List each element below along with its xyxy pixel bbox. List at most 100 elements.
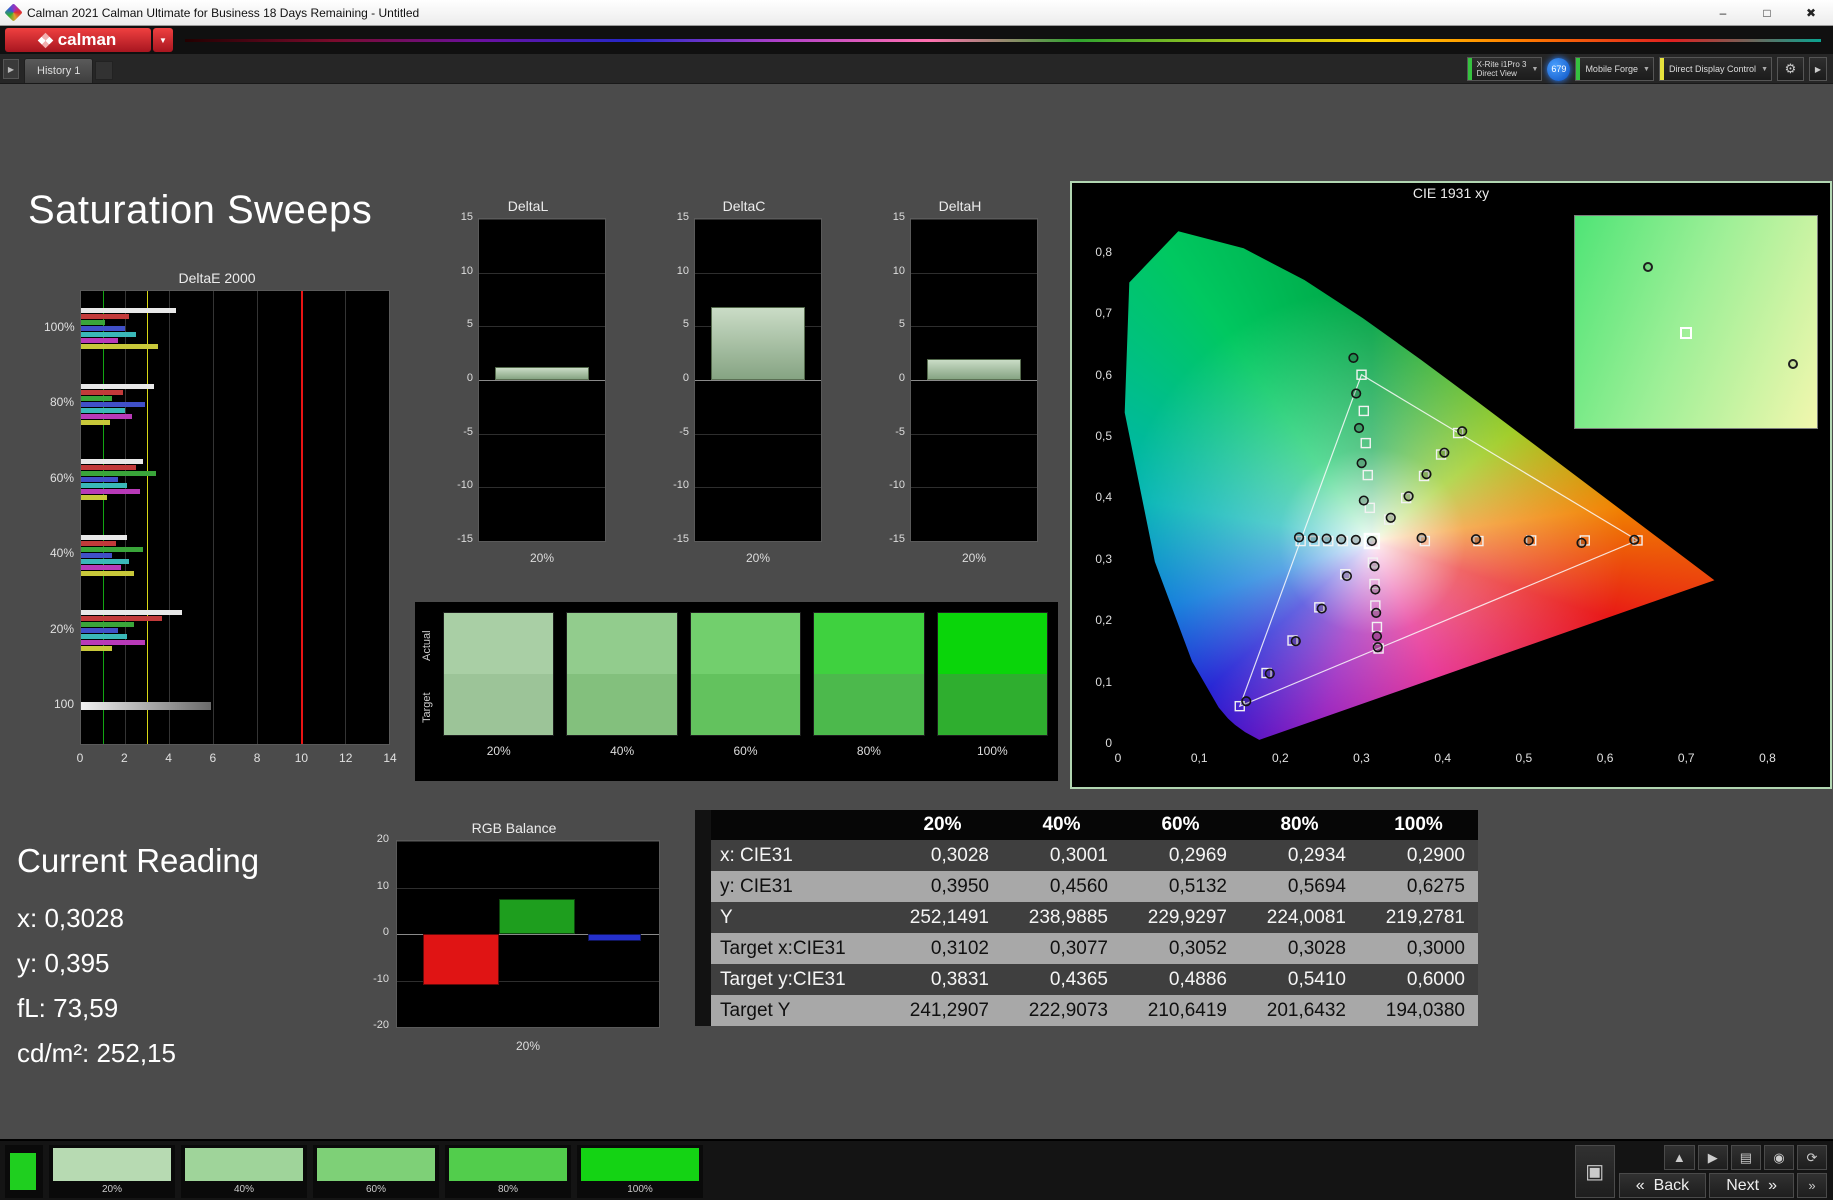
maximize-button[interactable]: □ bbox=[1745, 0, 1789, 25]
saturation-patch-column: 20% bbox=[443, 612, 555, 777]
deltaC-y-tick-label: -5 bbox=[679, 425, 689, 438]
next-button[interactable]: Next » bbox=[1709, 1173, 1794, 1198]
exposure-badge[interactable]: 679 bbox=[1547, 57, 1571, 81]
tab-history-1[interactable]: History 1 bbox=[24, 58, 94, 83]
scroll-up-button[interactable]: ▲ bbox=[1663, 1145, 1695, 1170]
cie-measured-point bbox=[1353, 422, 1365, 434]
history-expander-button[interactable]: ▶ bbox=[3, 59, 19, 79]
patch-actual-swatch bbox=[444, 613, 554, 674]
results-table-cell: 0,4365 bbox=[1049, 968, 1108, 990]
deltae-bar bbox=[81, 471, 156, 477]
minimize-button[interactable]: – bbox=[1701, 0, 1745, 25]
display-control-button[interactable]: Direct Display Control ▼ bbox=[1658, 57, 1772, 81]
results-table-cell: 0,3102 bbox=[930, 937, 989, 959]
save-button[interactable]: ▤ bbox=[1730, 1145, 1761, 1170]
results-table-row: Target x:CIE31 0,3102 0,3077 0,3052 0,3028 0,… bbox=[695, 933, 1478, 964]
rgb-y-tick-label: -10 bbox=[373, 972, 389, 985]
deltaL-gridline bbox=[479, 433, 605, 435]
back-arrow-icon: « bbox=[1635, 1176, 1645, 1194]
deltae-y-group-label: 100 bbox=[53, 697, 74, 712]
results-table-column-header: 100% bbox=[1394, 814, 1443, 835]
cie-measured-point bbox=[1369, 561, 1380, 572]
calman-logo[interactable]: calman bbox=[5, 28, 151, 52]
cie-y-tick-label: 0 bbox=[1105, 736, 1112, 750]
results-table-row-label: y: CIE31 bbox=[720, 875, 793, 897]
pattern-preview-tile[interactable] bbox=[5, 1145, 43, 1198]
cie-measured-point bbox=[1348, 352, 1359, 363]
source-select-button[interactable]: Mobile Forge ▼ bbox=[1575, 57, 1654, 81]
cie-measured-point bbox=[1370, 584, 1381, 595]
play-button[interactable]: ▶ bbox=[1697, 1145, 1728, 1170]
saturation-patch-column: 40% bbox=[566, 612, 678, 777]
deltaC-y-tick-label: 5 bbox=[682, 318, 689, 331]
deltaL-y-tick-label: 0 bbox=[466, 372, 473, 384]
chevron-down-icon: ▼ bbox=[1761, 65, 1768, 73]
deltae-y-group-label: 40% bbox=[49, 546, 74, 561]
cie-x-tick-label: 0,6 bbox=[1596, 751, 1614, 765]
cie-measured-point bbox=[1366, 535, 1377, 547]
rgb-balance-title: RGB Balance bbox=[471, 820, 557, 836]
tab-stub[interactable] bbox=[95, 61, 113, 80]
pattern-thumbnail[interactable]: 60% bbox=[313, 1145, 439, 1198]
deltae-gridline bbox=[213, 291, 214, 744]
pattern-window-button[interactable]: ▣ bbox=[1574, 1145, 1615, 1198]
pattern-thumbnail-swatch bbox=[581, 1148, 699, 1181]
saturation-patch bbox=[443, 612, 555, 736]
pattern-thumbnail[interactable]: 20% bbox=[49, 1145, 175, 1198]
read-continuous-button[interactable]: ◉ bbox=[1764, 1145, 1794, 1170]
close-button[interactable]: ✖ bbox=[1789, 0, 1833, 25]
deltae-bar bbox=[81, 489, 141, 495]
deltae-bar bbox=[81, 646, 112, 652]
fast-forward-button[interactable]: » bbox=[1797, 1173, 1827, 1198]
deltae-reference-line bbox=[301, 291, 303, 744]
pattern-thumbnail[interactable]: 40% bbox=[181, 1145, 307, 1198]
results-table-cell: 252,1491 bbox=[909, 906, 989, 928]
results-table-corner bbox=[695, 840, 711, 871]
deltaC-gridline bbox=[695, 541, 821, 542]
cie-ylabels: 0 0,1 0,2 0,3 0,4 0,5 0,6 0,7 0,8 bbox=[1076, 209, 1114, 750]
back-button[interactable]: « Back bbox=[1618, 1173, 1707, 1198]
patch-actual-swatch bbox=[937, 613, 1048, 674]
deltaC-gridline bbox=[695, 380, 821, 381]
cie-measured-point bbox=[1293, 532, 1305, 543]
cie-x-tick-label: 0,8 bbox=[1759, 751, 1776, 765]
results-table-column-header: 40% bbox=[1042, 814, 1081, 835]
deltaH-y-tick-label: -15 bbox=[889, 533, 905, 545]
meter-controls: X-Rite i1Pro 3 Direct View ▼ 679 Mobile … bbox=[1466, 57, 1827, 81]
cie-inset bbox=[1574, 215, 1818, 429]
deltae-xlabels: 0 2 4 6 8 10 12 14 bbox=[77, 751, 397, 767]
cie-measured-point bbox=[1290, 636, 1301, 647]
deltaC-gridline bbox=[695, 219, 821, 220]
cie-y-tick-label: 0,2 bbox=[1095, 613, 1112, 628]
cie-measured-point bbox=[1371, 607, 1382, 618]
results-table-label-header bbox=[711, 810, 883, 840]
patch-actual-swatch bbox=[814, 613, 924, 674]
deltae-y-group-label: 20% bbox=[49, 621, 74, 636]
deltaL-y-tick-label: 15 bbox=[460, 211, 473, 223]
results-table-cell: 0,2969 bbox=[1168, 844, 1227, 866]
collapse-panel-button[interactable]: ▶ bbox=[1809, 57, 1827, 81]
fast-forward-icon: » bbox=[1808, 1178, 1816, 1193]
window-titlebar: Calman 2021 Calman Ultimate for Business… bbox=[0, 0, 1833, 26]
deltae-bar bbox=[81, 344, 158, 350]
patch-label: 20% bbox=[486, 744, 511, 758]
deltae-bar bbox=[81, 616, 163, 622]
gear-icon[interactable]: ⚙ bbox=[1777, 57, 1804, 81]
refresh-button[interactable]: ⟳ bbox=[1797, 1145, 1827, 1170]
deltae-bar bbox=[81, 395, 112, 401]
pattern-thumbnail[interactable]: 100% bbox=[577, 1145, 703, 1198]
patch-target-swatch bbox=[444, 674, 554, 735]
next-button-label: Next bbox=[1726, 1176, 1760, 1194]
logo-menu-button[interactable]: ▼ bbox=[153, 28, 173, 52]
meter-select-button[interactable]: X-Rite i1Pro 3 Direct View ▼ bbox=[1466, 57, 1543, 81]
deltae-reference-line bbox=[103, 291, 104, 744]
deltae-y-group-label: 80% bbox=[49, 395, 74, 410]
results-table-cell: 210,6419 bbox=[1147, 999, 1227, 1021]
cie-measured-point bbox=[1321, 533, 1332, 544]
results-table-row-label: Target x:CIE31 bbox=[720, 937, 846, 959]
deltae2000-chart: DeltaE 2000 100% 80% 60% 40% 20% 100 0 2 4 6 8 10 1… bbox=[44, 268, 397, 773]
pattern-thumbnail[interactable]: 80% bbox=[445, 1145, 571, 1198]
chevron-down-icon: ▼ bbox=[1531, 65, 1539, 73]
bottom-bar: 20% 40% 60% 80% 100% ▣ ▲ ▶ ▤ ◉ ⟳ « Back Next… bbox=[0, 1139, 1833, 1200]
results-table-row-label: x: CIE31 bbox=[720, 844, 793, 866]
